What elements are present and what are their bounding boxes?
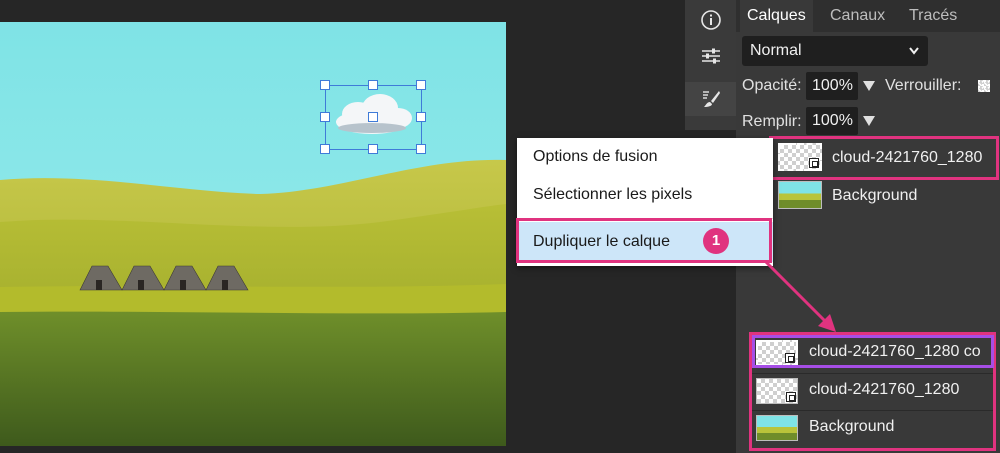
fill-label: Remplir: — [742, 113, 802, 130]
transform-handle-top-right[interactable] — [416, 80, 426, 90]
opacity-label: Opacité: — [742, 77, 802, 94]
opacity-input[interactable]: 100% — [806, 72, 858, 100]
fill-dropdown-icon[interactable] — [863, 116, 875, 126]
opacity-dropdown-icon[interactable] — [863, 81, 875, 91]
transform-handle-center[interactable] — [368, 112, 378, 122]
transform-handle-bottom[interactable] — [368, 144, 378, 154]
info-icon[interactable] — [685, 6, 736, 34]
blend-mode-value: Normal — [750, 42, 802, 59]
transform-handle-right[interactable] — [416, 112, 426, 122]
layer-name: Background — [832, 187, 918, 204]
highlight-layer-frame — [769, 136, 999, 180]
layer-thumbnail — [778, 181, 822, 209]
lock-label: Verrouiller: — [885, 77, 962, 94]
transform-bounding-box[interactable] — [320, 80, 426, 154]
transform-handle-top-left[interactable] — [320, 80, 330, 90]
highlight-copy-layer-frame — [752, 335, 994, 368]
transform-handle-top[interactable] — [368, 80, 378, 90]
blend-mode-select[interactable]: Normal — [742, 36, 928, 66]
app-window: Calques Canaux Tracés Normal Opacité: 10… — [0, 0, 1000, 453]
document-canvas[interactable] — [0, 22, 506, 446]
tab-calques[interactable]: Calques — [740, 0, 813, 32]
layer-row-background[interactable]: Background — [772, 176, 1000, 216]
fill-input[interactable]: 100% — [806, 107, 858, 135]
panel-tabs: Calques Canaux Tracés — [736, 0, 1000, 32]
tab-canaux[interactable]: Canaux — [823, 0, 892, 32]
tab-traces[interactable]: Tracés — [902, 0, 964, 32]
brush-settings-icon[interactable] — [685, 82, 736, 116]
arrow-icon — [764, 260, 836, 332]
menu-item-selectionner-les-pixels[interactable]: Sélectionner les pixels — [517, 176, 773, 214]
menu-item-options-de-fusion[interactable]: Options de fusion — [517, 138, 773, 176]
transform-handle-bottom-left[interactable] — [320, 144, 330, 154]
chevron-down-icon — [908, 36, 920, 76]
lock-transparency-icon[interactable] — [978, 80, 990, 92]
panel-tool-strip — [685, 0, 736, 130]
sliders-icon[interactable] — [685, 42, 736, 70]
transform-handle-left[interactable] — [320, 112, 330, 122]
transform-handle-bottom-right[interactable] — [416, 144, 426, 154]
